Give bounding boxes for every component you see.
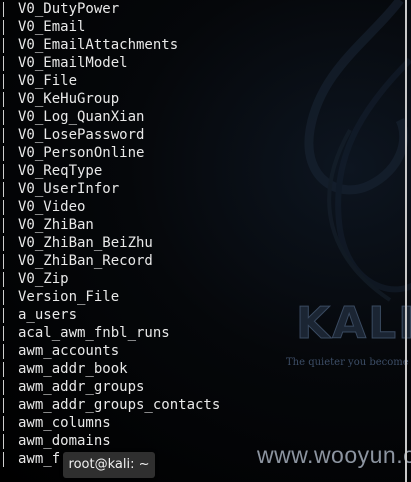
- column-separator: [3, 164, 4, 179]
- table-row: awm_addr_groups: [3, 378, 403, 396]
- table-name-cell: V0_ZhiBan_Record: [18, 253, 153, 269]
- column-separator: [3, 272, 4, 287]
- column-separator: [3, 218, 4, 233]
- table-name-cell: V0_Zip: [18, 271, 69, 287]
- table-name-cell: V0_EmailAttachments: [18, 37, 179, 53]
- table-name-cell: awm_addr_groups_contacts: [18, 397, 221, 413]
- column-separator: [3, 182, 4, 197]
- table-row: a_users: [3, 306, 403, 324]
- table-name-cell: V0_Log_QuanXian: [18, 109, 145, 125]
- table-name-cell: V0_ReqType: [18, 163, 103, 179]
- table-row: awm_addr_groups_contacts: [3, 396, 403, 414]
- table-name-cell: V0_PersonOnline: [18, 145, 145, 161]
- table-row: V0_KeHuGroup: [3, 90, 403, 108]
- column-separator: [3, 380, 4, 395]
- column-separator: [3, 290, 4, 305]
- column-separator: [3, 20, 4, 35]
- column-separator: [3, 236, 4, 251]
- column-separator: [3, 434, 4, 449]
- table-name-cell: awm_addr_book: [18, 361, 128, 377]
- column-separator: [3, 146, 4, 161]
- table-row: acal_awm_fnbl_runs: [3, 324, 403, 342]
- terminal-output: V0_DutyPower V0_Email V0_EmailAttachments V…: [3, 0, 403, 468]
- table-name-cell: awm_domains: [18, 433, 111, 449]
- column-separator: [3, 398, 4, 413]
- table-row: awm_columns: [3, 414, 403, 432]
- table-name-cell: Version_File: [18, 289, 120, 305]
- table-row: V0_Log_QuanXian: [3, 108, 403, 126]
- table-row: V0_UserInfor: [3, 180, 403, 198]
- table-name-cell: V0_EmailModel: [18, 55, 128, 71]
- table-row: awm_addr_book: [3, 360, 403, 378]
- table-name-cell: a_users: [18, 307, 78, 323]
- table-name-cell: V0_ZhiBan: [18, 217, 94, 233]
- table-row: V0_PersonOnline: [3, 144, 403, 162]
- column-separator: [3, 344, 4, 359]
- table-name-cell: V0_KeHuGroup: [18, 91, 120, 107]
- column-separator: [3, 416, 4, 431]
- table-name-cell: V0_LosePassword: [18, 127, 145, 143]
- table-row: Version_File: [3, 288, 403, 306]
- table-row: V0_LosePassword: [3, 126, 403, 144]
- table-row: V0_EmailModel: [3, 54, 403, 72]
- column-separator: [3, 200, 4, 215]
- table-row: V0_Zip: [3, 270, 403, 288]
- table-name-cell: V0_ZhiBan_BeiZhu: [18, 235, 153, 251]
- table-row: awm_domains: [3, 432, 403, 450]
- column-separator: [3, 92, 4, 107]
- terminal-window[interactable]: KALI The quieter you become www.wooyun.o…: [0, 0, 411, 482]
- table-name-cell: V0_Video: [18, 199, 86, 215]
- table-row: V0_DutyPower: [3, 0, 403, 18]
- table-row: V0_ZhiBan_BeiZhu: [3, 234, 403, 252]
- table-name-cell: V0_File: [18, 73, 78, 89]
- column-separator: [3, 452, 4, 467]
- table-row: V0_Email: [3, 18, 403, 36]
- column-separator: [3, 326, 4, 341]
- column-separator: [3, 128, 4, 143]
- table-name-cell: V0_Email: [18, 19, 86, 35]
- table-name-cell: acal_awm_fnbl_runs: [18, 325, 170, 341]
- table-row: V0_ZhiBan_Record: [3, 252, 403, 270]
- scrollbar-edge[interactable]: [405, 0, 407, 482]
- table-name-cell: V0_UserInfor: [18, 181, 120, 197]
- column-separator: [3, 74, 4, 89]
- table-row: V0_EmailAttachments: [3, 36, 403, 54]
- table-row: V0_ReqType: [3, 162, 403, 180]
- table-row: V0_File: [3, 72, 403, 90]
- column-separator: [3, 362, 4, 377]
- table-name-cell: V0_DutyPower: [18, 1, 120, 17]
- table-row: V0_ZhiBan: [3, 216, 403, 234]
- column-separator: [3, 38, 4, 53]
- table-name-cell: awm_accounts: [18, 343, 120, 359]
- table-row: V0_Video: [3, 198, 403, 216]
- column-separator: [3, 308, 4, 323]
- table-name-cell: awm_addr_groups: [18, 379, 145, 395]
- column-separator: [3, 56, 4, 71]
- column-separator: [3, 110, 4, 125]
- column-separator: [3, 254, 4, 269]
- table-name-cell: awm_f: [18, 451, 61, 467]
- table-row: awm_accounts: [3, 342, 403, 360]
- window-title-tooltip: root@kali: ~: [63, 452, 155, 478]
- table-name-cell: awm_columns: [18, 415, 111, 431]
- column-separator: [3, 2, 4, 17]
